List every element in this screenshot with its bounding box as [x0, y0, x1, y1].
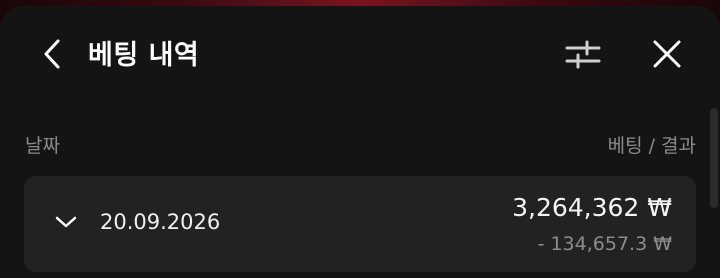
- row-result-amount: - 134,657.3 ₩: [537, 233, 672, 255]
- close-button[interactable]: [644, 34, 690, 78]
- filter-button[interactable]: [560, 36, 606, 76]
- bet-history-row[interactable]: 20.09.2026 3,264,362 ₩ - 134,657.3 ₩: [24, 176, 696, 272]
- bet-result-column-header: 베팅 / 결과: [607, 135, 696, 157]
- bet-history-panel: 베팅 내역 날짜 베팅 / 결과 20.09.2026 3,264,362 ₩ …: [0, 6, 720, 278]
- row-bet-amount: 3,264,362 ₩: [512, 193, 672, 222]
- back-button[interactable]: [34, 34, 70, 78]
- scrollbar[interactable]: [710, 108, 718, 208]
- page-title: 베팅 내역: [88, 40, 200, 71]
- date-column-header: 날짜: [25, 135, 60, 157]
- header: 베팅 내역: [0, 6, 720, 106]
- filter-sliders-icon: [563, 38, 603, 74]
- chevron-down-icon[interactable]: [52, 208, 80, 236]
- row-date: 20.09.2026: [100, 210, 221, 234]
- chevron-left-icon: [42, 38, 62, 74]
- close-icon: [651, 38, 683, 74]
